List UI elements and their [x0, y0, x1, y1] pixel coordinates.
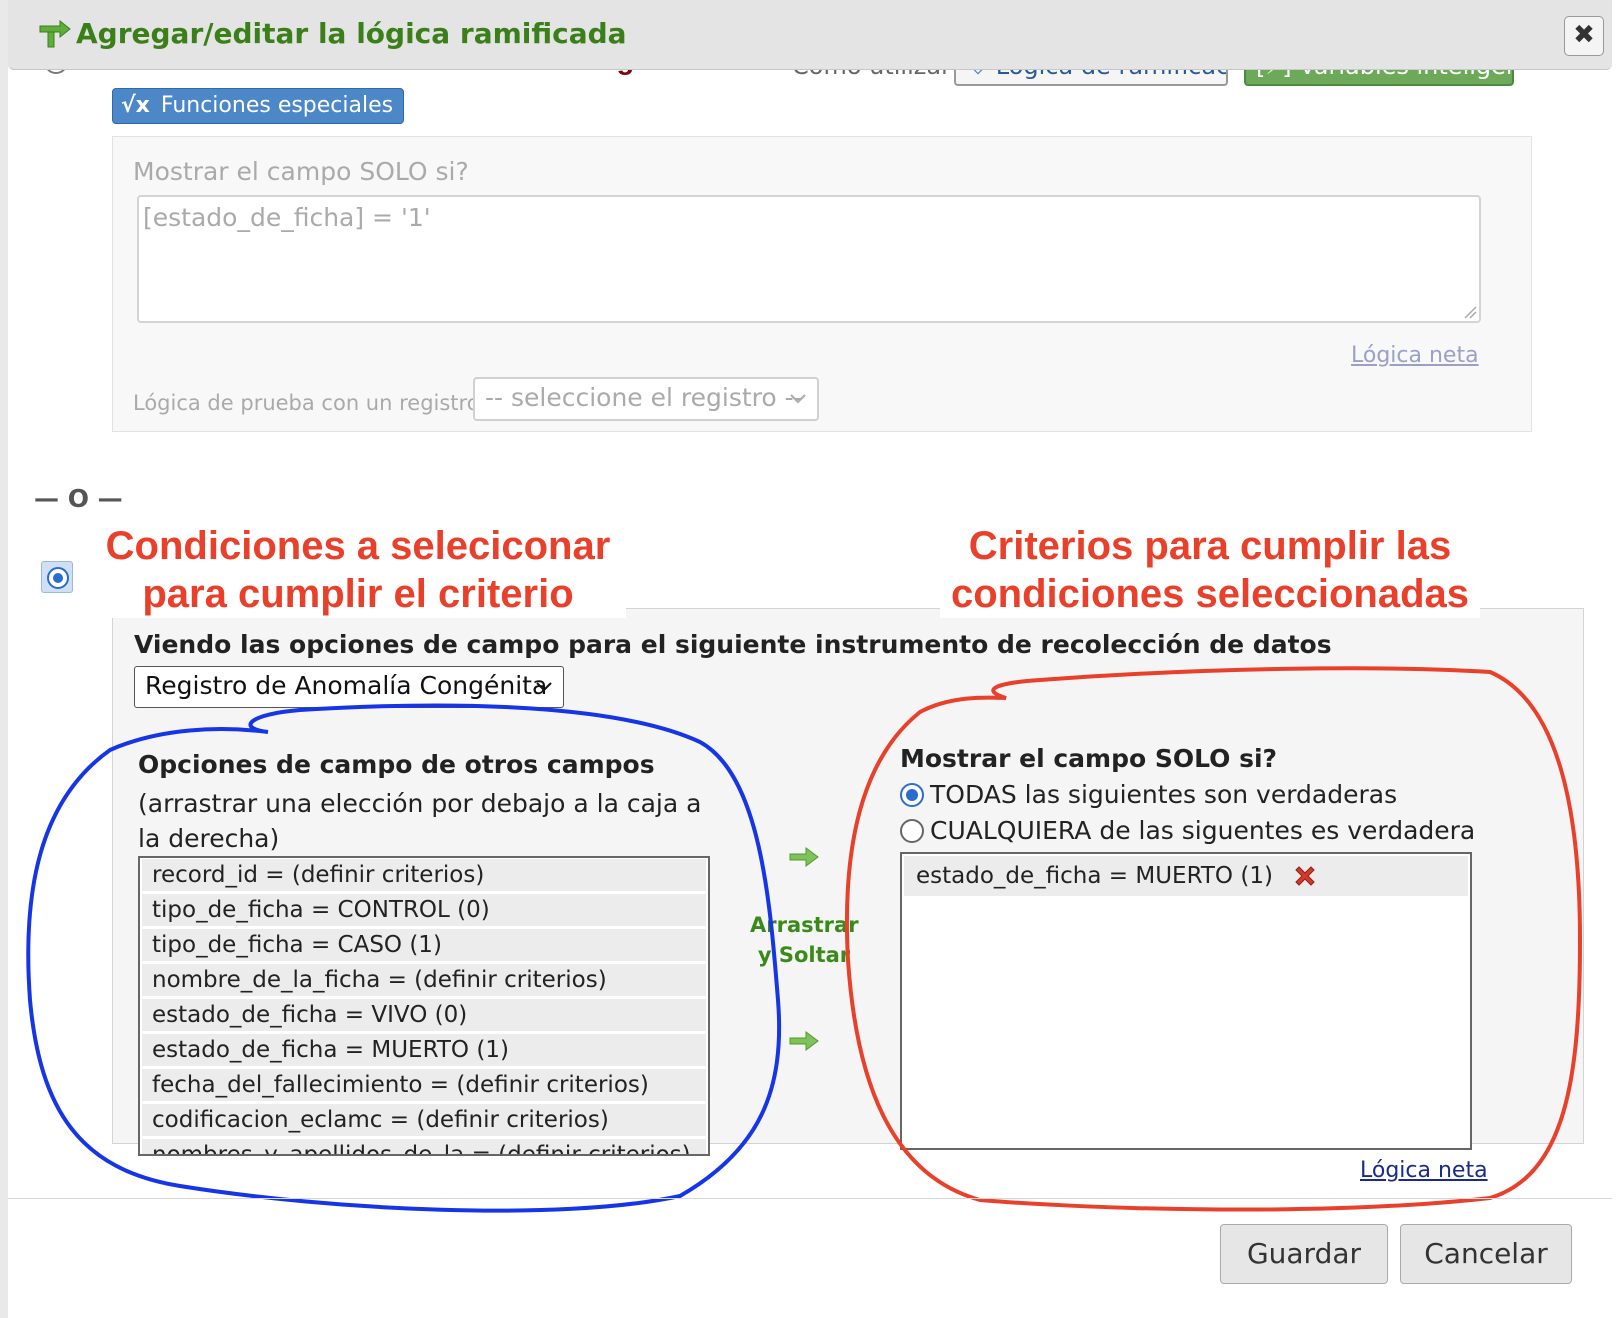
- instrument-select[interactable]: Registro de Anomalía Congénita: [134, 666, 564, 708]
- field-option[interactable]: nombres_y_apellidos_de_la = (definir cri…: [142, 1139, 706, 1154]
- right-arrow-icon: [789, 847, 819, 867]
- criteria-title: Mostrar el campo SOLO si?: [900, 744, 1278, 773]
- footer-divider: [8, 1198, 1612, 1199]
- test-logic-label: Lógica de prueba con un registro:: [133, 391, 487, 415]
- special-functions-label: Funciones especiales: [160, 93, 394, 118]
- field-option[interactable]: estado_de_ficha = VIVO (0): [142, 999, 706, 1031]
- cancel-button[interactable]: Cancelar: [1400, 1224, 1572, 1284]
- tidy-logic-link[interactable]: Lógica neta: [1360, 1158, 1488, 1183]
- radio-dot: [53, 573, 63, 583]
- right-arrow-icon: [789, 1031, 819, 1051]
- drag-drop-builder-radio[interactable]: [41, 561, 73, 593]
- branching-logic-dialog: Sintaxis avanzada de ramificación lógica…: [0, 0, 1620, 1318]
- page-edge: [0, 0, 8, 1318]
- criteria-item[interactable]: estado_de_ficha = MUERTO (1): [904, 856, 1468, 896]
- any-true-label: CUALQUIERA de las siguentes es verdadera: [930, 816, 1476, 845]
- all-true-label: TODAS las siguientes son verdaderas: [930, 780, 1398, 809]
- radio-ring: [47, 567, 69, 589]
- annotation-right: Criterios para cumplir las condiciones s…: [940, 522, 1480, 618]
- advanced-logic-panel: Mostrar el campo SOLO si? [estado_de_fic…: [112, 136, 1532, 432]
- field-option[interactable]: tipo_de_ficha = CASO (1): [142, 929, 706, 961]
- close-icon: ✖: [1573, 20, 1595, 50]
- record-select[interactable]: -- seleccione el registro --: [473, 377, 819, 421]
- resize-grip-icon[interactable]: [1463, 305, 1477, 319]
- field-option[interactable]: estado_de_ficha = MUERTO (1): [142, 1034, 706, 1066]
- dialog-title: Agregar/editar la lógica ramificada: [76, 17, 627, 50]
- sqrt-icon: √x: [121, 93, 150, 118]
- all-true-radio[interactable]: [900, 783, 924, 807]
- close-button[interactable]: ✖: [1564, 16, 1604, 56]
- annotation-left: Condiciones a seleciconar para cumplir e…: [90, 522, 626, 618]
- field-options-title: Opciones de campo de otros campos: [138, 750, 655, 779]
- advanced-show-if-label: Mostrar el campo SOLO si?: [133, 157, 469, 186]
- instrument-viewing-label: Viendo las opciones de campo para el sig…: [134, 630, 1332, 659]
- field-options-subtitle: (arrastrar una elección por debajo a la …: [138, 789, 702, 853]
- save-button[interactable]: Guardar: [1220, 1224, 1388, 1284]
- chevron-down-icon: [536, 682, 552, 692]
- logic-textarea[interactable]: [estado_de_ficha] = '1': [137, 195, 1481, 323]
- drag-drop-label: Arrastrar y Soltar: [750, 913, 859, 967]
- record-select-value: -- seleccione el registro --: [485, 383, 803, 412]
- branching-arrow-icon: [38, 19, 72, 54]
- delete-icon[interactable]: [1292, 863, 1318, 889]
- tidy-logic-link-top[interactable]: Lógica neta: [1351, 343, 1479, 368]
- chevron-down-icon: [790, 394, 806, 404]
- field-option[interactable]: tipo_de_ficha = CONTROL (0): [142, 894, 706, 926]
- criteria-item-text: estado_de_ficha = MUERTO (1): [916, 863, 1273, 889]
- logic-text: [estado_de_ficha] = '1': [143, 203, 431, 232]
- special-functions-button[interactable]: √x Funciones especiales: [112, 88, 405, 124]
- dialog-titlebar: Agregar/editar la lógica ramificada ✖: [8, 0, 1612, 70]
- instrument-select-value: Registro de Anomalía Congénita: [145, 671, 548, 700]
- all-true-option[interactable]: TODAS las siguientes son verdaderas: [900, 780, 1397, 809]
- criteria-drop-box[interactable]: estado_de_ficha = MUERTO (1): [900, 852, 1472, 1150]
- field-option[interactable]: nombre_de_la_ficha = (definir criterios): [142, 964, 706, 996]
- field-option[interactable]: codificacion_eclamc = (definir criterios…: [142, 1104, 706, 1136]
- field-options-list[interactable]: record_id = (definir criterios) tipo_de_…: [138, 856, 710, 1156]
- or-separator: — O —: [34, 484, 123, 513]
- field-option[interactable]: record_id = (definir criterios): [142, 859, 706, 891]
- any-true-option[interactable]: CUALQUIERA de las siguentes es verdadera: [900, 816, 1475, 845]
- field-option[interactable]: fecha_del_fallecimiento = (definir crite…: [142, 1069, 706, 1101]
- any-true-radio[interactable]: [900, 819, 924, 843]
